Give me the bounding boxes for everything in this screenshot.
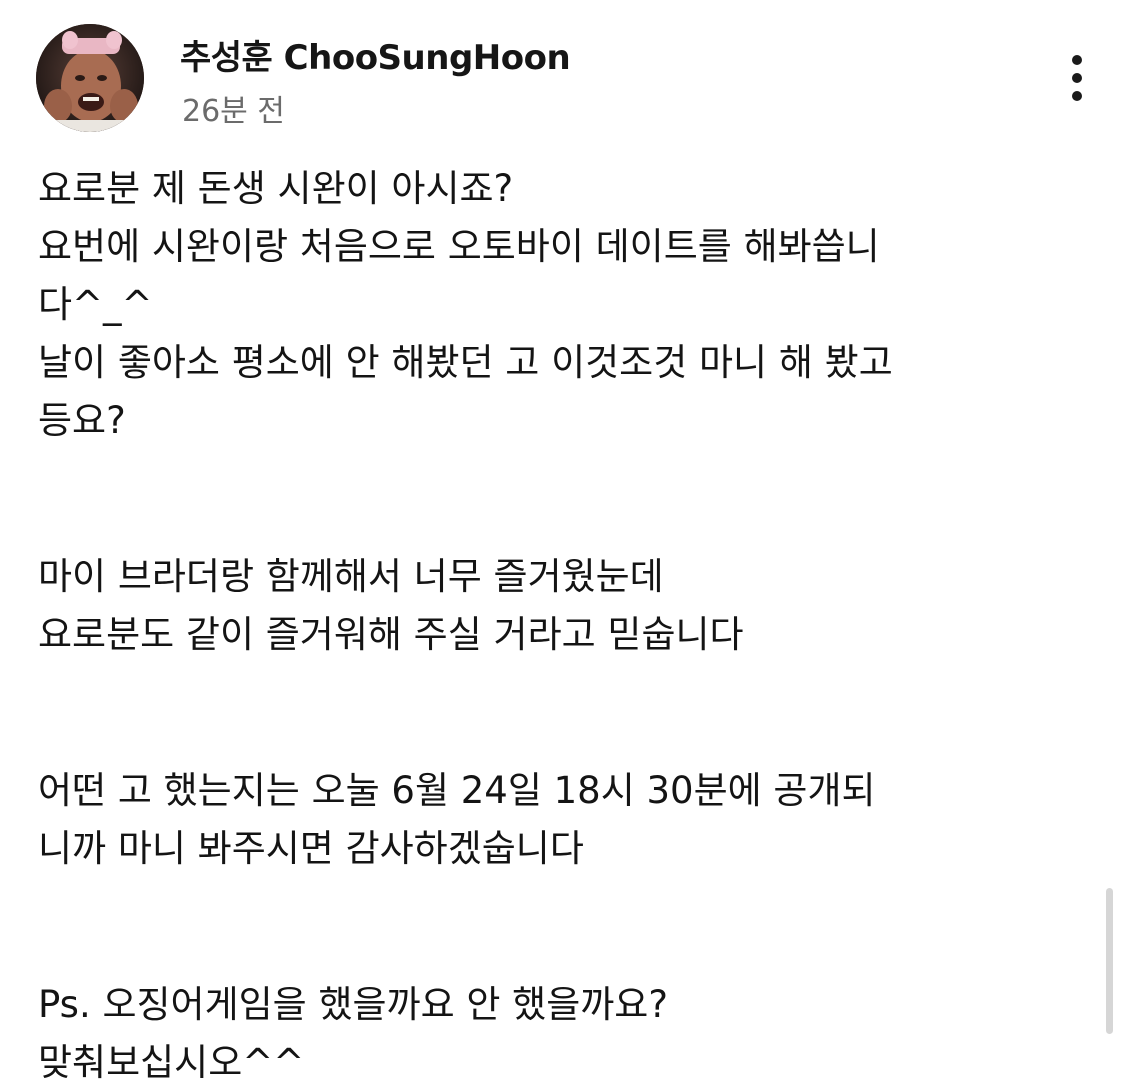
avatar-photo [36, 24, 144, 132]
avatar[interactable] [36, 24, 144, 132]
post-text-line: 마이 브라더랑 함께해서 너무 즐거웠눈데 [38, 555, 664, 598]
post-text-line: 맞춰보십시오^^ [38, 1041, 305, 1084]
post-text-line: 날이 좋아소 평소에 안 해봤던 고 이것조것 마니 해 봤고 [38, 341, 893, 384]
post-text-line: 요로분 제 돈생 시완이 아시죠? [38, 167, 514, 210]
author-name[interactable]: 추성훈 ChooSungHoon [180, 30, 571, 79]
more-vertical-icon [1072, 55, 1082, 101]
scrollbar[interactable] [1106, 888, 1113, 1034]
more-options-button[interactable] [1052, 50, 1102, 110]
post-text-line: 등요? [38, 399, 126, 442]
post-text-line: 어떤 고 했는지는 오눌 6월 24일 18시 30분에 공개되 [38, 769, 876, 812]
post-text-line: 니까 마니 봐주시면 감사하겠숩니다 [38, 827, 584, 870]
post-body: 요로분 제 돈생 시완이 아시죠? 요번에 시완이랑 처음으로 오토바이 데이트… [38, 160, 1088, 1092]
post-header: 추성훈 ChooSungHoon 26분 전 [0, 0, 1125, 150]
post-text-line: Ps. 오징어게임을 했을까요 안 했을까요? [38, 983, 668, 1026]
post-timestamp: 26분 전 [182, 94, 285, 129]
post-text-line: 다^_^ [38, 283, 153, 326]
post-text-line: 요로분도 같이 즐거워해 주실 거라고 믿숩니다 [38, 613, 744, 656]
post-text-line: 요번에 시완이랑 처음으로 오토바이 데이트를 해봐씁니 [38, 225, 880, 268]
